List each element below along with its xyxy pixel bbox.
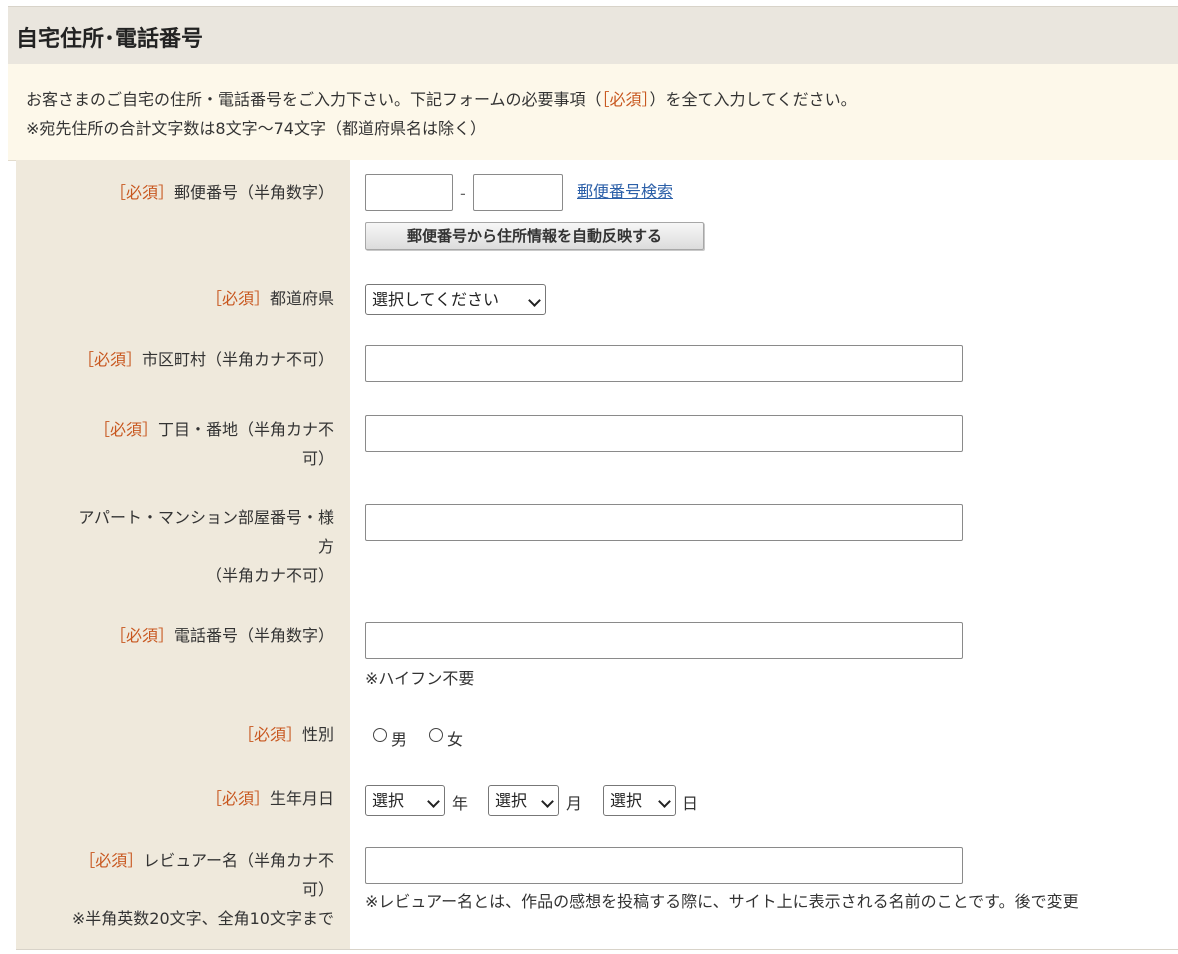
month-unit: 月 bbox=[566, 794, 583, 813]
row-field-cell bbox=[350, 329, 1178, 399]
label-text: 都道府県 bbox=[269, 289, 334, 308]
intro-line-1: お客さまのご自宅の住所・電話番号をご入力下さい。下記フォームの必要事項（［必須］… bbox=[26, 86, 857, 110]
row-label-cell: ［必須］生年月日 bbox=[16, 769, 350, 831]
row-field-cell bbox=[350, 399, 1178, 488]
intro-text: お客さまのご自宅の住所・電話番号をご入力下さい。下記フォームの必要事項（ bbox=[26, 90, 602, 109]
day-unit: 日 bbox=[682, 794, 699, 813]
row-label-cell: ［必須］市区町村（半角カナ不可） bbox=[16, 329, 350, 399]
row-field-cell: 男 女 bbox=[350, 705, 1178, 769]
label-text: レビュアー名（半角カナ不 bbox=[143, 851, 334, 870]
postal-label: ［必須］郵便番号（半角数字） bbox=[110, 178, 334, 207]
birth-month-value: 選択 bbox=[495, 791, 528, 810]
intro-line-2: ※宛先住所の合計文字数は8文字～74文字（都道府県名は除く） bbox=[26, 119, 486, 138]
required-marker: ［必須］ bbox=[205, 789, 270, 808]
required-marker: ［必須］ bbox=[93, 420, 158, 439]
form-row-prefecture: ［必須］都道府県 選択してください bbox=[16, 268, 1178, 330]
row-label-cell: ［必須］丁目・番地（半角カナ不可） bbox=[16, 399, 350, 488]
birth-month-select[interactable]: 選択 bbox=[488, 785, 559, 816]
label-text: 性別 bbox=[301, 725, 334, 744]
form-row-phone: ［必須］電話番号（半角数字） ※ハイフン不要 bbox=[16, 606, 1178, 706]
row-field-cell bbox=[350, 488, 1178, 606]
birthday-label: ［必須］生年月日 bbox=[206, 784, 334, 813]
label-text: 生年月日 bbox=[269, 789, 334, 808]
row-label-cell: ［必須］都道府県 bbox=[16, 268, 350, 329]
required-marker: ［必須］ bbox=[109, 626, 174, 645]
city-input[interactable] bbox=[365, 345, 963, 382]
required-marker: ［必須］ bbox=[601, 90, 650, 109]
reviewer-name-input[interactable] bbox=[365, 847, 963, 884]
row-field-cell: - 郵便番号検索 郵便番号から住所情報を自動反映する bbox=[350, 160, 1178, 268]
label-text: 可） bbox=[301, 880, 334, 899]
gender-male-label[interactable]: 男 bbox=[391, 726, 407, 750]
row-label-cell: ［必須］レビュアー名（半角カナ不可） ※半角英数20文字、全角10文字まで bbox=[16, 831, 350, 949]
required-marker: ［必須］ bbox=[77, 350, 142, 369]
form-row-city: ［必須］市区町村（半角カナ不可） bbox=[16, 329, 1178, 400]
reviewer-label: ［必須］レビュアー名（半角カナ不可） ※半角英数20文字、全角10文字まで bbox=[72, 846, 334, 933]
postal-separator: - bbox=[460, 184, 466, 203]
label-text: 方 bbox=[317, 537, 334, 556]
postal-search-link[interactable]: 郵便番号検索 bbox=[577, 178, 673, 202]
form-row-reviewer-name: ［必須］レビュアー名（半角カナ不可） ※半角英数20文字、全角10文字まで ※レビ… bbox=[16, 831, 1178, 950]
form-row-birthday: ［必須］生年月日 選択 年 選択 月 選択 日 bbox=[16, 769, 1178, 832]
phone-hint: ※ハイフン不要 bbox=[365, 669, 475, 688]
address-form-section: 自宅住所･電話番号 お客さまのご自宅の住所・電話番号をご入力下さい。下記フォーム… bbox=[8, 6, 1178, 954]
label-text: 丁目・番地（半角カナ不 bbox=[157, 420, 334, 439]
gender-female-label[interactable]: 女 bbox=[447, 726, 463, 750]
phone-input[interactable] bbox=[365, 622, 963, 659]
street-label: ［必須］丁目・番地（半角カナ不可） bbox=[94, 415, 334, 473]
building-label: アパート・マンション部屋番号・様方 （半角カナ不可） bbox=[78, 503, 334, 590]
birth-year-value: 選択 bbox=[372, 791, 405, 810]
row-field-cell: ※レビュアー名とは、作品の感想を投稿する際に、サイト上に表示される名前のことです… bbox=[350, 831, 1178, 949]
postal-code-first-input[interactable] bbox=[365, 174, 453, 211]
phone-label: ［必須］電話番号（半角数字） bbox=[110, 621, 334, 650]
intro-box: お客さまのご自宅の住所・電話番号をご入力下さい。下記フォームの必要事項（［必須］… bbox=[8, 64, 1178, 161]
chevron-down-icon bbox=[427, 795, 440, 808]
label-text: アパート・マンション部屋番号・様 bbox=[78, 508, 334, 527]
label-text: 市区町村（半角カナ不可） bbox=[141, 350, 334, 369]
form-row-building: アパート・マンション部屋番号・様方 （半角カナ不可） bbox=[16, 488, 1178, 607]
prefecture-select[interactable]: 選択してください bbox=[365, 284, 546, 315]
year-unit: 年 bbox=[452, 794, 469, 813]
reviewer-hint: ※レビュアー名とは、作品の感想を投稿する際に、サイト上に表示される名前のことです… bbox=[365, 892, 1079, 911]
required-marker: ［必須］ bbox=[237, 725, 302, 744]
city-label: ［必須］市区町村（半角カナ不可） bbox=[78, 345, 334, 374]
row-field-cell: ※ハイフン不要 bbox=[350, 606, 1178, 705]
chevron-down-icon bbox=[658, 795, 671, 808]
form-row-street: ［必須］丁目・番地（半角カナ不可） bbox=[16, 399, 1178, 489]
label-text: 郵便番号（半角数字） bbox=[173, 183, 334, 202]
section-header: 自宅住所･電話番号 bbox=[8, 6, 1178, 65]
row-field-cell: 選択してください bbox=[350, 268, 1178, 329]
birth-day-value: 選択 bbox=[610, 791, 643, 810]
gender-male-radio[interactable] bbox=[373, 728, 387, 742]
prefecture-label: ［必須］都道府県 bbox=[206, 284, 334, 313]
label-text: ※半角英数20文字、全角10文字まで bbox=[71, 909, 334, 928]
row-label-cell: ［必須］郵便番号（半角数字） bbox=[16, 160, 350, 268]
required-marker: ［必須］ bbox=[79, 851, 144, 870]
intro-text: ）を全て入力してください。 bbox=[649, 90, 857, 109]
row-label-cell: ［必須］性別 bbox=[16, 705, 350, 769]
row-label-cell: ［必須］電話番号（半角数字） bbox=[16, 606, 350, 705]
section-title: 自宅住所･電話番号 bbox=[16, 27, 204, 52]
form-row-gender: ［必須］性別 男 女 bbox=[16, 705, 1178, 770]
row-label-cell: アパート・マンション部屋番号・様方 （半角カナ不可） bbox=[16, 488, 350, 606]
label-text: 電話番号（半角数字） bbox=[173, 626, 334, 645]
autofill-address-button[interactable]: 郵便番号から住所情報を自動反映する bbox=[365, 222, 704, 250]
label-text: （半角カナ不可） bbox=[205, 566, 334, 585]
building-input[interactable] bbox=[365, 504, 963, 541]
row-field-cell: 選択 年 選択 月 選択 日 bbox=[350, 769, 1178, 831]
required-marker: ［必須］ bbox=[205, 289, 270, 308]
prefecture-selected-value: 選択してください bbox=[372, 290, 500, 309]
form-row-postal: ［必須］郵便番号（半角数字） - 郵便番号検索 郵便番号から住所情報を自動反映す… bbox=[16, 160, 1178, 269]
birth-year-select[interactable]: 選択 bbox=[365, 785, 445, 816]
required-marker: ［必須］ bbox=[109, 183, 174, 202]
birth-day-select[interactable]: 選択 bbox=[603, 785, 676, 816]
postal-code-second-input[interactable] bbox=[473, 174, 563, 211]
street-input[interactable] bbox=[365, 415, 963, 452]
label-text: 可） bbox=[301, 449, 334, 468]
gender-label: ［必須］性別 bbox=[238, 720, 334, 749]
chevron-down-icon bbox=[528, 294, 541, 307]
gender-female-radio[interactable] bbox=[429, 728, 443, 742]
chevron-down-icon bbox=[541, 795, 554, 808]
